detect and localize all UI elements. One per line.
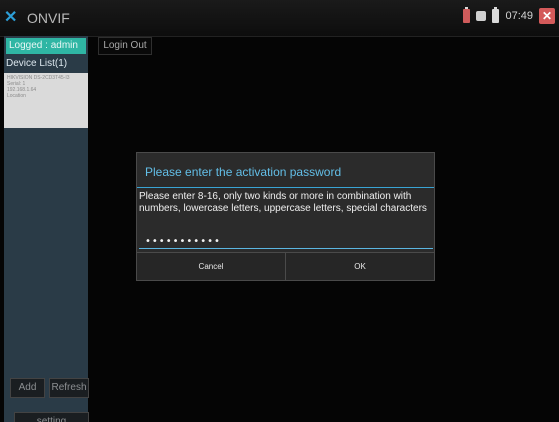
- device-sidebar: Logged : admin Device List(1) HIKVISION …: [4, 36, 89, 422]
- cancel-button[interactable]: Cancel: [137, 253, 286, 281]
- clock-time: 07:49: [505, 10, 533, 22]
- battery-icon: [463, 7, 471, 23]
- battery-level-icon: [492, 7, 500, 23]
- app-title-label: ONVIF: [27, 10, 70, 26]
- dialog-divider: [137, 187, 434, 188]
- add-device-button[interactable]: Add: [10, 378, 45, 398]
- dialog-message: Please enter 8-16, only two kinds or mor…: [139, 191, 427, 214]
- activation-password-field[interactable]: •••••••••••: [139, 234, 433, 249]
- device-list-title: Device List(1): [6, 58, 68, 69]
- status-area: 07:49 ✕: [463, 7, 555, 24]
- activation-dialog: Please enter the activation password Ple…: [136, 152, 435, 281]
- logged-in-badge: Logged : admin: [6, 38, 86, 54]
- device-actions: Add Refresh: [10, 378, 89, 398]
- login-out-button[interactable]: Login Out: [98, 37, 152, 55]
- app-screen: ✕ ONVIF 07:49 ✕ Logged : admin Device Li…: [0, 0, 559, 422]
- dialog-title: Please enter the activation password: [145, 165, 342, 179]
- signal-icon: [476, 11, 487, 21]
- app-title: ✕ ONVIF: [4, 6, 70, 30]
- setting-button[interactable]: setting: [14, 412, 89, 422]
- top-bar: ✕ ONVIF 07:49 ✕: [0, 0, 559, 37]
- onvif-logo-icon: ✕: [4, 9, 18, 26]
- ok-button[interactable]: OK: [286, 253, 434, 281]
- close-icon[interactable]: ✕: [539, 8, 555, 24]
- dialog-button-row: Cancel OK: [137, 252, 434, 281]
- device-location: Location: [7, 93, 26, 99]
- refresh-button[interactable]: Refresh: [49, 378, 89, 398]
- device-list-item[interactable]: HIKVISION DS-2CD3T45-I3 Serial: 1 192.16…: [4, 73, 88, 128]
